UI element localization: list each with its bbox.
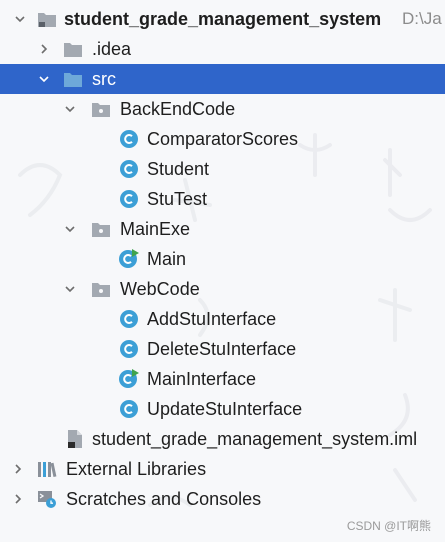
chevron-down-icon[interactable]: [62, 281, 78, 297]
project-root-label: student_grade_management_system: [64, 9, 382, 29]
tree-item-label: .idea: [92, 39, 132, 59]
tree-row-mainexe[interactable]: MainExe: [0, 214, 445, 244]
tree-row-maininterface[interactable]: MainInterface: [0, 364, 445, 394]
tree-row-iml-file[interactable]: student_grade_management_system.iml: [0, 424, 445, 454]
java-runnable-class-icon: [118, 248, 140, 270]
package-folder-icon: [90, 98, 112, 120]
chevron-right-icon[interactable]: [10, 491, 26, 507]
tree-item-label: MainExe: [120, 219, 191, 239]
tree-row-deletestuinterface[interactable]: DeleteStuInterface: [0, 334, 445, 364]
tree-row-scratches-consoles[interactable]: Scratches and Consoles: [0, 484, 445, 514]
tree-row-project-root[interactable]: student_grade_management_system D:\Ja: [0, 4, 445, 34]
tree-item-label: Main: [147, 249, 187, 269]
package-folder-icon: [90, 218, 112, 240]
java-class-icon: [118, 188, 140, 210]
chevron-down-icon[interactable]: [62, 101, 78, 117]
tree-row-backendcode[interactable]: BackEndCode: [0, 94, 445, 124]
project-tree: student_grade_management_system D:\Ja .i…: [0, 4, 445, 514]
project-path-label: D:\Ja: [402, 9, 442, 28]
java-class-icon: [118, 308, 140, 330]
project-folder-icon: [36, 8, 58, 30]
tree-item-label: WebCode: [120, 279, 200, 299]
source-folder-icon: [62, 68, 84, 90]
tree-item-label: MainInterface: [147, 369, 257, 389]
tree-row-main[interactable]: Main: [0, 244, 445, 274]
tree-row-updatestuinterface[interactable]: UpdateStuInterface: [0, 394, 445, 424]
java-class-icon: [118, 338, 140, 360]
chevron-down-icon[interactable]: [12, 11, 28, 27]
tree-row-webcode[interactable]: WebCode: [0, 274, 445, 304]
java-class-icon: [118, 398, 140, 420]
java-runnable-class-icon: [118, 368, 140, 390]
library-icon: [36, 458, 58, 480]
java-class-icon: [118, 158, 140, 180]
chevron-down-icon[interactable]: [62, 221, 78, 237]
package-folder-icon: [90, 278, 112, 300]
tree-item-label: BackEndCode: [120, 99, 236, 119]
tree-item-label: Student: [147, 159, 210, 179]
tree-item-label: AddStuInterface: [147, 309, 277, 329]
tree-item-label: DeleteStuInterface: [147, 339, 297, 359]
folder-icon: [62, 38, 84, 60]
tree-item-label: StuTest: [147, 189, 208, 209]
tree-item-label: Scratches and Consoles: [66, 489, 262, 509]
tree-item-label: External Libraries: [66, 459, 207, 479]
tree-row-comparatorscores[interactable]: ComparatorScores: [0, 124, 445, 154]
tree-item-label: student_grade_management_system.iml: [92, 429, 418, 449]
tree-row-idea[interactable]: .idea: [0, 34, 445, 64]
chevron-right-icon[interactable]: [10, 461, 26, 477]
tree-row-src[interactable]: src: [0, 64, 445, 94]
module-file-icon: [64, 428, 86, 450]
chevron-down-icon[interactable]: [36, 71, 52, 87]
tree-item-label: src: [92, 69, 116, 89]
chevron-right-icon[interactable]: [36, 41, 52, 57]
scratches-icon: [36, 488, 58, 510]
tree-item-label: UpdateStuInterface: [147, 399, 303, 419]
java-class-icon: [118, 128, 140, 150]
watermark-text: CSDN @IT啊熊: [346, 519, 431, 533]
tree-row-student[interactable]: Student: [0, 154, 445, 184]
tree-row-addstuinterface[interactable]: AddStuInterface: [0, 304, 445, 334]
tree-item-label: ComparatorScores: [147, 129, 299, 149]
tree-row-stutest[interactable]: StuTest: [0, 184, 445, 214]
tree-row-external-libraries[interactable]: External Libraries: [0, 454, 445, 484]
